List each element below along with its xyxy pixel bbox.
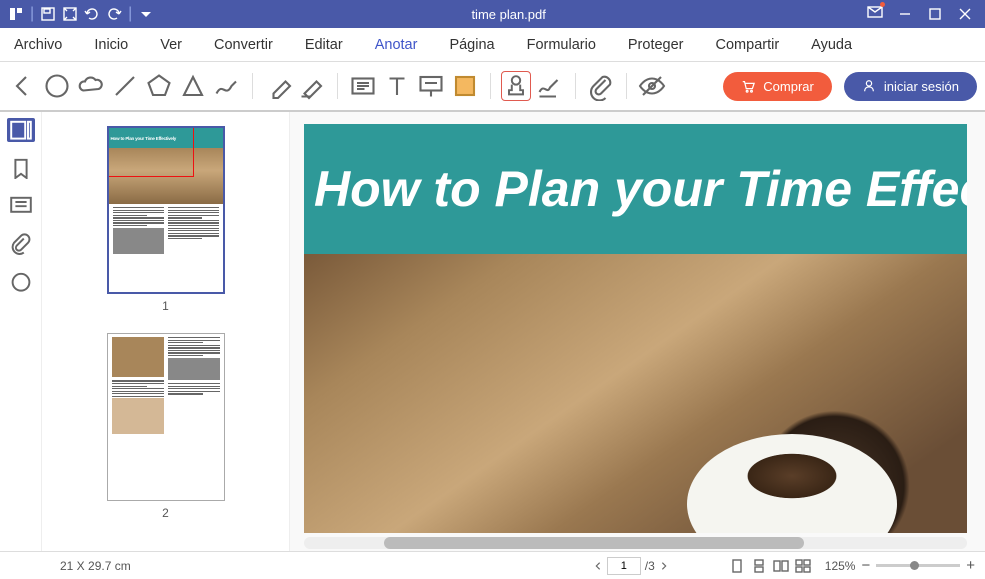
menu-inicio[interactable]: Inicio	[78, 37, 144, 53]
bookmarks-panel-icon[interactable]	[7, 156, 35, 180]
continuous-icon[interactable]	[751, 559, 767, 573]
fit-icon[interactable]	[62, 6, 78, 22]
menu-pagina[interactable]: Página	[433, 37, 510, 53]
menu-anotar[interactable]: Anotar	[359, 37, 434, 53]
cloud-shape-icon[interactable]	[76, 71, 106, 101]
view-mode-icons	[729, 559, 811, 573]
undo-icon[interactable]	[84, 6, 100, 22]
thumbnails-panel-icon[interactable]	[7, 118, 35, 142]
menu-bar: Archivo Inicio Ver Convertir Editar Anot…	[0, 28, 985, 62]
stamp-icon[interactable]	[501, 71, 531, 101]
zoom-level: 125%	[825, 559, 856, 573]
next-page-icon[interactable]	[659, 561, 669, 571]
menu-archivo[interactable]: Archivo	[0, 37, 78, 53]
line-shape-icon[interactable]	[110, 71, 140, 101]
comments-panel-icon[interactable]	[7, 194, 35, 218]
login-button[interactable]: iniciar sesión	[844, 72, 977, 101]
menu-ayuda[interactable]: Ayuda	[795, 37, 868, 53]
notifications-icon[interactable]	[867, 4, 883, 25]
signature-icon[interactable]	[535, 71, 565, 101]
two-continuous-icon[interactable]	[795, 559, 811, 573]
thumb1-label: 1	[162, 299, 169, 313]
menu-formulario[interactable]: Formulario	[511, 37, 612, 53]
main-view: How to Plan your Time Effectivel	[290, 112, 985, 551]
left-rail	[0, 112, 42, 551]
polygon-shape-icon[interactable]	[144, 71, 174, 101]
page-input[interactable]	[607, 557, 641, 575]
close-icon[interactable]	[957, 6, 973, 22]
prev-page-icon[interactable]	[593, 561, 603, 571]
attachments-panel-icon[interactable]	[7, 232, 35, 256]
menu-ver[interactable]: Ver	[144, 37, 198, 53]
pager: /3	[593, 557, 669, 575]
zoom-controls: 125% − +	[825, 557, 975, 574]
eraser-icon[interactable]	[263, 71, 293, 101]
redo-icon[interactable]	[106, 6, 122, 22]
doc-hero-image	[304, 254, 967, 533]
qa-sep2: |	[128, 5, 132, 23]
zoom-out-icon[interactable]: −	[861, 557, 870, 574]
horizontal-scrollbar[interactable]	[304, 537, 967, 549]
maximize-icon[interactable]	[927, 6, 943, 22]
window-controls	[855, 4, 985, 25]
triangle-shape-icon[interactable]	[178, 71, 208, 101]
two-page-icon[interactable]	[773, 559, 789, 573]
dropdown-icon[interactable]	[138, 6, 154, 22]
zoom-slider[interactable]	[876, 564, 960, 567]
menu-compartir[interactable]: Compartir	[700, 37, 796, 53]
menu-convertir[interactable]: Convertir	[198, 37, 289, 53]
buy-button[interactable]: Comprar	[723, 72, 832, 101]
back-icon[interactable]	[8, 71, 38, 101]
login-label: iniciar sesión	[884, 79, 959, 94]
body-area: How to Plan your Time Effectively 1 2	[0, 112, 985, 551]
thumbnail-page-2[interactable]	[107, 333, 225, 501]
attachment-icon[interactable]	[586, 71, 616, 101]
minimize-icon[interactable]	[897, 6, 913, 22]
app-logo-icon	[8, 6, 24, 22]
freehand-icon[interactable]	[212, 71, 242, 101]
callout-icon[interactable]	[416, 71, 446, 101]
thumbnail-page-1[interactable]: How to Plan your Time Effectively	[107, 126, 225, 294]
highlight-area-icon[interactable]	[450, 71, 480, 101]
document-canvas[interactable]: How to Plan your Time Effectivel	[304, 124, 967, 533]
text-tool-icon[interactable]	[382, 71, 412, 101]
menu-proteger[interactable]: Proteger	[612, 37, 700, 53]
title-bar: | | time plan.pdf	[0, 0, 985, 28]
hide-annotations-icon[interactable]	[637, 71, 667, 101]
save-icon[interactable]	[40, 6, 56, 22]
page-dimensions: 21 X 29.7 cm	[10, 559, 290, 573]
thumb2-label: 2	[162, 506, 169, 520]
menu-editar[interactable]: Editar	[289, 37, 359, 53]
window-title: time plan.pdf	[162, 7, 855, 22]
qa-sep: |	[30, 5, 34, 23]
status-bar: 21 X 29.7 cm /3 125% − +	[0, 551, 985, 579]
zoom-in-icon[interactable]: +	[966, 557, 975, 574]
quick-access: | |	[0, 5, 162, 23]
eraser2-icon[interactable]	[297, 71, 327, 101]
doc-banner-text: How to Plan your Time Effectivel	[314, 160, 967, 218]
doc-banner: How to Plan your Time Effectivel	[304, 124, 967, 254]
single-page-icon[interactable]	[729, 559, 745, 573]
text-box-icon[interactable]	[348, 71, 378, 101]
circle-shape-icon[interactable]	[42, 71, 72, 101]
chat-panel-icon[interactable]	[7, 270, 35, 294]
buy-label: Comprar	[763, 79, 814, 94]
thumbnails-panel[interactable]: How to Plan your Time Effectively 1 2	[42, 112, 290, 551]
page-total: /3	[645, 559, 655, 573]
annotate-toolbar: Comprar iniciar sesión	[0, 62, 985, 112]
